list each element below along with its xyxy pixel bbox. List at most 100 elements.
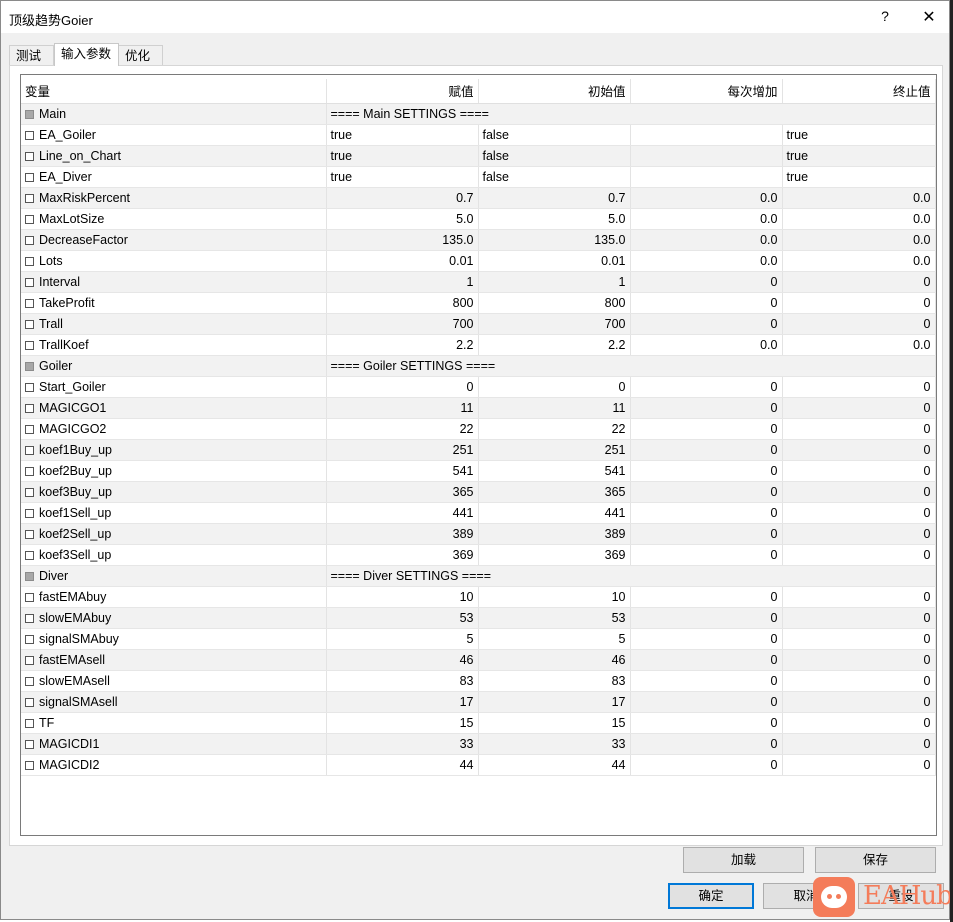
- parameter-row[interactable]: EA_Goiler true false true: [21, 124, 936, 146]
- parameter-name-cell[interactable]: Trall: [21, 313, 327, 335]
- value-cell[interactable]: 17: [326, 691, 479, 713]
- step-cell[interactable]: 0.0: [630, 229, 783, 251]
- value-cell[interactable]: 365: [326, 481, 479, 503]
- parameter-row[interactable]: koef2Sell_up 389 389 0 0: [21, 523, 936, 545]
- parameter-row[interactable]: koef3Buy_up 365 365 0 0: [21, 481, 936, 503]
- optimize-checkbox[interactable]: [25, 319, 34, 329]
- step-cell[interactable]: 0: [630, 712, 783, 734]
- parameter-row[interactable]: koef1Buy_up 251 251 0 0: [21, 439, 936, 461]
- start-cell[interactable]: 365: [478, 481, 631, 503]
- optimize-checkbox[interactable]: [25, 424, 34, 434]
- value-cell[interactable]: 389: [326, 523, 479, 545]
- stop-cell[interactable]: 0: [782, 376, 936, 398]
- start-cell[interactable]: 0: [478, 376, 631, 398]
- value-cell[interactable]: 135.0: [326, 229, 479, 251]
- step-cell[interactable]: 0: [630, 481, 783, 503]
- stop-cell[interactable]: 0: [782, 754, 936, 776]
- stop-cell[interactable]: 0.0: [782, 208, 936, 230]
- parameter-row[interactable]: MAGICDI1 33 33 0 0: [21, 733, 936, 755]
- optimize-checkbox[interactable]: [25, 655, 34, 665]
- value-cell[interactable]: true: [326, 124, 479, 146]
- step-cell[interactable]: 0: [630, 754, 783, 776]
- optimize-checkbox[interactable]: [25, 235, 34, 245]
- step-cell[interactable]: 0: [630, 397, 783, 419]
- start-cell[interactable]: false: [478, 166, 631, 188]
- optimize-checkbox[interactable]: [25, 676, 34, 686]
- stop-cell[interactable]: 0: [782, 439, 936, 461]
- stop-cell[interactable]: 0: [782, 670, 936, 692]
- value-cell[interactable]: 700: [326, 313, 479, 335]
- optimize-checkbox[interactable]: [25, 151, 34, 161]
- stop-cell[interactable]: 0: [782, 481, 936, 503]
- value-cell[interactable]: 251: [326, 439, 479, 461]
- parameter-row[interactable]: EA_Diver true false true: [21, 166, 936, 188]
- parameter-name-cell[interactable]: Goiler: [21, 355, 327, 377]
- parameter-name-cell[interactable]: koef2Buy_up: [21, 460, 327, 482]
- step-cell[interactable]: [630, 124, 783, 146]
- parameter-name-cell[interactable]: fastEMAsell: [21, 649, 327, 671]
- parameter-name-cell[interactable]: MaxLotSize: [21, 208, 327, 230]
- parameter-row[interactable]: TakeProfit 800 800 0 0: [21, 292, 936, 314]
- optimize-checkbox[interactable]: [25, 193, 34, 203]
- stop-cell[interactable]: 0: [782, 460, 936, 482]
- step-cell[interactable]: 0: [630, 292, 783, 314]
- value-cell[interactable]: 33: [326, 733, 479, 755]
- parameter-row[interactable]: MAGICGO2 22 22 0 0: [21, 418, 936, 440]
- value-cell[interactable]: 11: [326, 397, 479, 419]
- optimize-checkbox[interactable]: [25, 361, 34, 371]
- parameter-name-cell[interactable]: Line_on_Chart: [21, 145, 327, 167]
- value-cell[interactable]: true: [326, 166, 479, 188]
- parameter-row[interactable]: signalSMAbuy 5 5 0 0: [21, 628, 936, 650]
- tab-inputs[interactable]: 输入参数: [54, 43, 119, 66]
- value-cell[interactable]: 83: [326, 670, 479, 692]
- parameter-row[interactable]: Trall 700 700 0 0: [21, 313, 936, 335]
- parameter-name-cell[interactable]: MAGICGO1: [21, 397, 327, 419]
- optimize-checkbox[interactable]: [25, 109, 34, 119]
- start-cell[interactable]: 83: [478, 670, 631, 692]
- step-cell[interactable]: [630, 166, 783, 188]
- start-cell[interactable]: 800: [478, 292, 631, 314]
- optimize-checkbox[interactable]: [25, 550, 34, 560]
- stop-cell[interactable]: 0: [782, 523, 936, 545]
- step-cell[interactable]: 0: [630, 439, 783, 461]
- parameter-row[interactable]: Start_Goiler 0 0 0 0: [21, 376, 936, 398]
- parameter-name-cell[interactable]: Main: [21, 103, 327, 125]
- optimize-checkbox[interactable]: [25, 277, 34, 287]
- parameter-name-cell[interactable]: signalSMAbuy: [21, 628, 327, 650]
- column-header-value[interactable]: 赋值: [326, 79, 479, 104]
- parameter-name-cell[interactable]: fastEMAbuy: [21, 586, 327, 608]
- parameter-row[interactable]: koef2Buy_up 541 541 0 0: [21, 460, 936, 482]
- start-cell[interactable]: 369: [478, 544, 631, 566]
- start-cell[interactable]: 44: [478, 754, 631, 776]
- step-cell[interactable]: 0: [630, 733, 783, 755]
- parameter-name-cell[interactable]: koef2Sell_up: [21, 523, 327, 545]
- stop-cell[interactable]: 0: [782, 544, 936, 566]
- close-button[interactable]: ✕: [918, 7, 940, 27]
- stop-cell[interactable]: 0: [782, 418, 936, 440]
- parameter-name-cell[interactable]: koef1Sell_up: [21, 502, 327, 524]
- parameter-row[interactable]: fastEMAsell 46 46 0 0: [21, 649, 936, 671]
- step-cell[interactable]: 0.0: [630, 250, 783, 272]
- parameter-name-cell[interactable]: Lots: [21, 250, 327, 272]
- step-cell[interactable]: 0.0: [630, 208, 783, 230]
- optimize-checkbox[interactable]: [25, 592, 34, 602]
- parameter-name-cell[interactable]: slowEMAbuy: [21, 607, 327, 629]
- parameter-row[interactable]: Line_on_Chart true false true: [21, 145, 936, 167]
- start-cell[interactable]: 0.01: [478, 250, 631, 272]
- stop-cell[interactable]: 0: [782, 733, 936, 755]
- optimize-checkbox[interactable]: [25, 256, 34, 266]
- value-cell[interactable]: 0.01: [326, 250, 479, 272]
- step-cell[interactable]: 0: [630, 271, 783, 293]
- parameter-name-cell[interactable]: signalSMAsell: [21, 691, 327, 713]
- parameter-row[interactable]: DecreaseFactor 135.0 135.0 0.0 0.0: [21, 229, 936, 251]
- parameters-grid[interactable]: 变量 赋值 初始值 每次增加 终止值 Main ==== Main SETTING…: [20, 74, 937, 836]
- parameter-name-cell[interactable]: Start_Goiler: [21, 376, 327, 398]
- step-cell[interactable]: 0.0: [630, 187, 783, 209]
- step-cell[interactable]: 0.0: [630, 334, 783, 356]
- stop-cell[interactable]: true: [782, 145, 936, 167]
- value-cell[interactable]: 1: [326, 271, 479, 293]
- column-header-stop[interactable]: 终止值: [782, 79, 936, 104]
- value-cell[interactable]: 22: [326, 418, 479, 440]
- start-cell[interactable]: 541: [478, 460, 631, 482]
- step-cell[interactable]: 0: [630, 586, 783, 608]
